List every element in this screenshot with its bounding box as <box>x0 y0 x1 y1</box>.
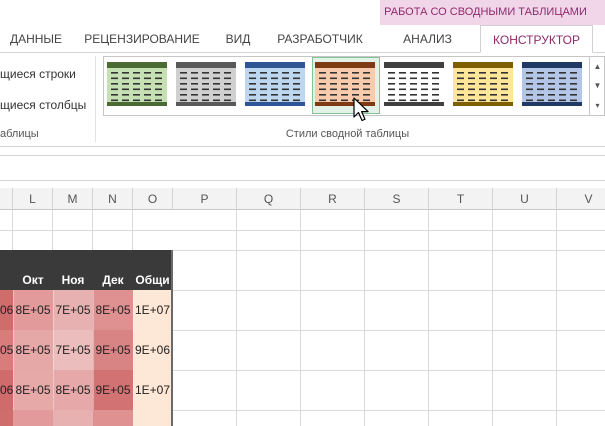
tab-design[interactable]: КОНСТРУКТОР <box>480 25 593 53</box>
pivot-style-preview-icon <box>176 62 236 106</box>
pivot-style-white[interactable] <box>384 62 444 106</box>
pivot-cell-partial-row[interactable] <box>0 410 13 426</box>
pivot-cell[interactable]: 8E+05 <box>53 370 93 410</box>
pivot-style-green[interactable] <box>107 62 167 106</box>
pivot-cell[interactable]: 8E+05 <box>13 330 53 370</box>
pivot-right-border <box>171 250 173 426</box>
column-header-v[interactable]: V <box>557 188 605 210</box>
banded-rows-option[interactable]: щиеся строки <box>0 67 76 81</box>
grid-col-line <box>92 210 93 250</box>
column-header-p[interactable]: P <box>173 188 237 210</box>
column-header-u[interactable]: U <box>493 188 557 210</box>
column-header-r[interactable]: R <box>301 188 365 210</box>
formula-bar-bottom <box>0 180 605 181</box>
column-header-l[interactable]: L <box>13 188 53 210</box>
column-header-n[interactable]: N <box>93 188 133 210</box>
pivot-cell[interactable]: 1E+07 <box>133 290 172 330</box>
grid-col-line <box>492 210 493 426</box>
mouse-cursor-icon <box>353 97 369 122</box>
grid-row-line <box>0 230 605 231</box>
column-header-m[interactable]: M <box>53 188 93 210</box>
pivot-cell[interactable]: 9E+05 <box>93 370 133 410</box>
gallery-more-icon[interactable]: ▾ <box>590 96 605 116</box>
gallery-scroll-up-icon[interactable]: ▲ <box>590 57 605 77</box>
pivot-styles-group-label: Стили сводной таблицы <box>285 128 410 140</box>
grid-col-line <box>300 210 301 426</box>
pivot-header-total[interactable]: Общи <box>133 250 172 290</box>
pivot-style-preview-icon <box>107 62 167 106</box>
formula-bar-top <box>0 155 605 156</box>
pivot-style-preview-icon <box>245 62 305 106</box>
column-header-t[interactable]: T <box>429 188 493 210</box>
pivot-cell[interactable]: 1E+07 <box>133 370 172 410</box>
pivot-style-indigo[interactable] <box>522 62 582 106</box>
pivot-cell[interactable]: 8E+05 <box>13 370 53 410</box>
pivot-cell[interactable]: 8E+05 <box>13 290 53 330</box>
pivot-cell[interactable]: 7E+05 <box>53 290 93 330</box>
grid-col-line <box>364 210 365 426</box>
pivot-column-separator <box>133 290 134 426</box>
pivot-cell[interactable]: 9E+05 <box>93 330 133 370</box>
pivot-cell-partial-row[interactable] <box>13 410 53 426</box>
contextual-tab-title: РАБОТА СО СВОДНЫМИ ТАБЛИЦАМИ <box>384 6 587 18</box>
pivot-style-gray[interactable] <box>176 62 236 106</box>
pivot-style-blue[interactable] <box>245 62 305 106</box>
pivot-cell[interactable]: 9E+06 <box>133 330 172 370</box>
pivot-column-separator <box>53 290 54 426</box>
gallery-scroll-down-icon[interactable]: ▼ <box>590 76 605 96</box>
pivot-cell-partial-row[interactable] <box>133 410 172 426</box>
tab-data[interactable]: ДАННЫЕ <box>0 25 72 53</box>
grid-col-line <box>428 210 429 426</box>
tab-view[interactable]: ВИД <box>215 25 261 53</box>
pivot-column-separator <box>13 290 14 426</box>
pivot-cell[interactable]: 8E+05 <box>93 290 133 330</box>
pivot-cell-partial[interactable]: 06 <box>0 370 13 410</box>
group-separator <box>95 56 96 142</box>
pivot-header-oct[interactable]: Окт <box>13 250 53 290</box>
grid-col-line <box>556 210 557 426</box>
banded-columns-option[interactable]: щиеся столбцы <box>0 98 86 112</box>
grid-col-line <box>52 210 53 250</box>
pivot-header-dec[interactable]: Дек <box>93 250 133 290</box>
grid-col-line <box>132 210 133 250</box>
column-header-q[interactable]: Q <box>237 188 301 210</box>
tab-analyze[interactable]: АНАЛИЗ <box>390 25 465 53</box>
style-options-group-label: аблицы <box>0 128 39 140</box>
pivot-cell-partial-row[interactable] <box>93 410 133 426</box>
pivot-style-preview-icon <box>453 62 513 106</box>
ribbon-bottom-border <box>0 146 605 147</box>
pivot-style-yellow[interactable] <box>453 62 513 106</box>
pivot-header-nov[interactable]: Ноя <box>53 250 93 290</box>
pivot-column-separator <box>93 290 94 426</box>
pivot-cell-partial[interactable]: 05 <box>0 330 13 370</box>
pivot-cell[interactable]: 7E+05 <box>53 330 93 370</box>
grid-col-line <box>236 210 237 426</box>
tab-review[interactable]: РЕЦЕНЗИРОВАНИЕ <box>80 25 204 53</box>
pivot-style-preview-icon <box>384 62 444 106</box>
grid-col-line <box>12 210 13 250</box>
tab-developer[interactable]: РАЗРАБОТЧИК <box>270 25 370 53</box>
column-header-s[interactable]: S <box>365 188 429 210</box>
pivot-cell-partial[interactable]: 06 <box>0 290 13 330</box>
pivot-cell-partial-row[interactable] <box>53 410 93 426</box>
column-header-partial[interactable] <box>0 188 13 210</box>
column-header-o[interactable]: O <box>133 188 173 210</box>
pivot-style-preview-icon <box>522 62 582 106</box>
